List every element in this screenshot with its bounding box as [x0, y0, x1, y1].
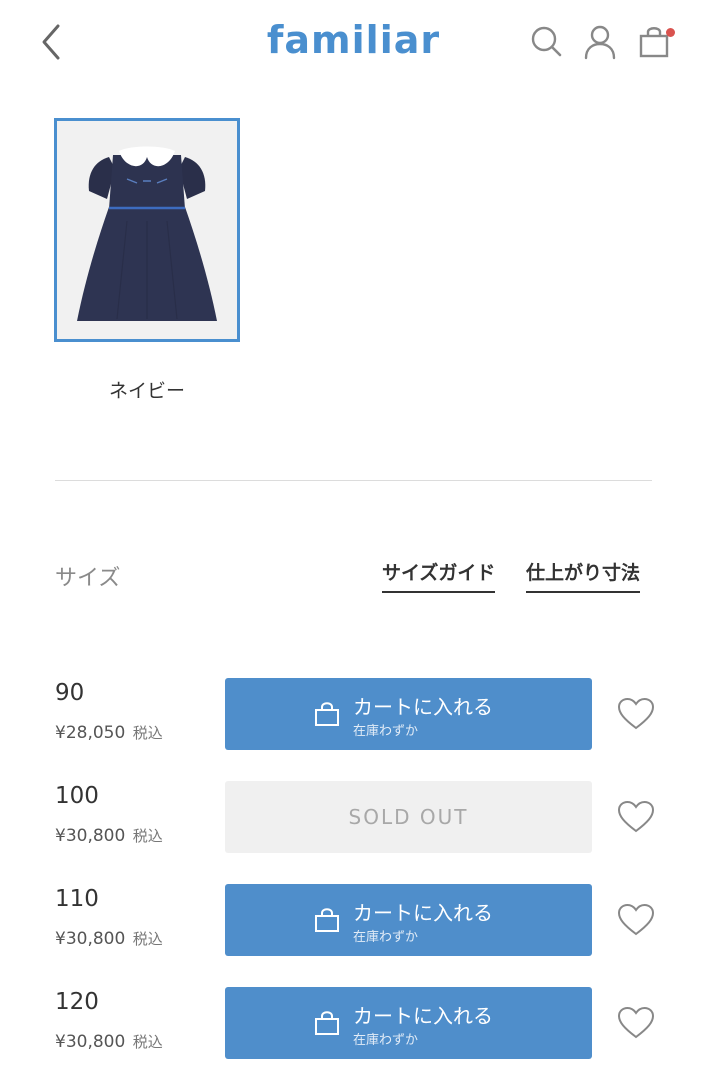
- search-button[interactable]: [528, 22, 564, 62]
- price-value: ¥30,800: [55, 826, 126, 846]
- favorite-button[interactable]: [616, 696, 656, 732]
- size-number: 110: [55, 886, 99, 912]
- price-value: ¥28,050: [55, 723, 126, 743]
- add-to-cart-label: カートに入れる: [353, 1004, 493, 1028]
- account-icon: [584, 25, 616, 60]
- heart-icon: [617, 1006, 655, 1039]
- stock-note: 在庫わずか: [353, 724, 419, 739]
- price-value: ¥30,800: [55, 929, 126, 949]
- tax-label: 税込: [132, 930, 163, 948]
- cart-badge: [666, 28, 675, 37]
- price: ¥30,800 税込: [55, 825, 163, 846]
- stock-note: 在庫わずか: [353, 930, 419, 945]
- bag-icon: [315, 702, 339, 726]
- size-guide-link[interactable]: サイズガイド: [382, 558, 496, 593]
- size-number: 100: [55, 783, 99, 809]
- bag-icon: [315, 908, 339, 932]
- heart-icon: [617, 800, 655, 833]
- tax-label: 税込: [132, 827, 163, 845]
- search-icon: [531, 26, 562, 57]
- price-value: ¥30,800: [55, 1032, 126, 1052]
- finished-dimensions-link[interactable]: 仕上がり寸法: [526, 558, 641, 593]
- add-to-cart-button[interactable]: カートに入れる 在庫わずか: [225, 678, 592, 750]
- favorite-button[interactable]: [616, 902, 656, 938]
- cart-button[interactable]: [636, 22, 675, 62]
- divider: [55, 480, 652, 481]
- price: ¥30,800 税込: [55, 1031, 163, 1052]
- size-row-110: 110 ¥30,800 税込 カートに入れる 在庫わずか: [0, 884, 707, 964]
- size-row-120: 120 ¥30,800 税込 カートに入れる 在庫わずか: [0, 987, 707, 1067]
- size-row-90: 90 ¥28,050 税込 カートに入れる 在庫わずか: [0, 678, 707, 758]
- favorite-button[interactable]: [616, 799, 656, 835]
- color-label: ネイビー: [108, 380, 185, 402]
- size-row-100: 100 ¥30,800 税込 SOLD OUT: [0, 781, 707, 861]
- favorite-button[interactable]: [616, 1005, 656, 1041]
- header: familiar: [0, 0, 707, 86]
- size-heading: サイズ: [55, 566, 121, 591]
- bag-icon: [315, 1011, 339, 1035]
- size-number: 120: [55, 989, 99, 1015]
- navy-dress-image: [77, 146, 217, 321]
- cart-icon: [639, 27, 669, 58]
- heart-icon: [617, 697, 655, 730]
- size-number: 90: [55, 680, 85, 706]
- tax-label: 税込: [132, 1033, 163, 1051]
- sold-out-button: SOLD OUT: [225, 781, 592, 853]
- price: ¥28,050 税込: [55, 722, 163, 743]
- add-to-cart-label: カートに入れる: [353, 901, 493, 925]
- price: ¥30,800 税込: [55, 928, 163, 949]
- tax-label: 税込: [132, 724, 163, 742]
- account-button[interactable]: [582, 22, 618, 62]
- add-to-cart-label: カートに入れる: [353, 695, 493, 719]
- add-to-cart-button[interactable]: カートに入れる 在庫わずか: [225, 884, 592, 956]
- stock-note: 在庫わずか: [353, 1033, 419, 1048]
- heart-icon: [617, 903, 655, 936]
- color-swatch-navy[interactable]: [54, 118, 240, 342]
- add-to-cart-button[interactable]: カートに入れる 在庫わずか: [225, 987, 592, 1059]
